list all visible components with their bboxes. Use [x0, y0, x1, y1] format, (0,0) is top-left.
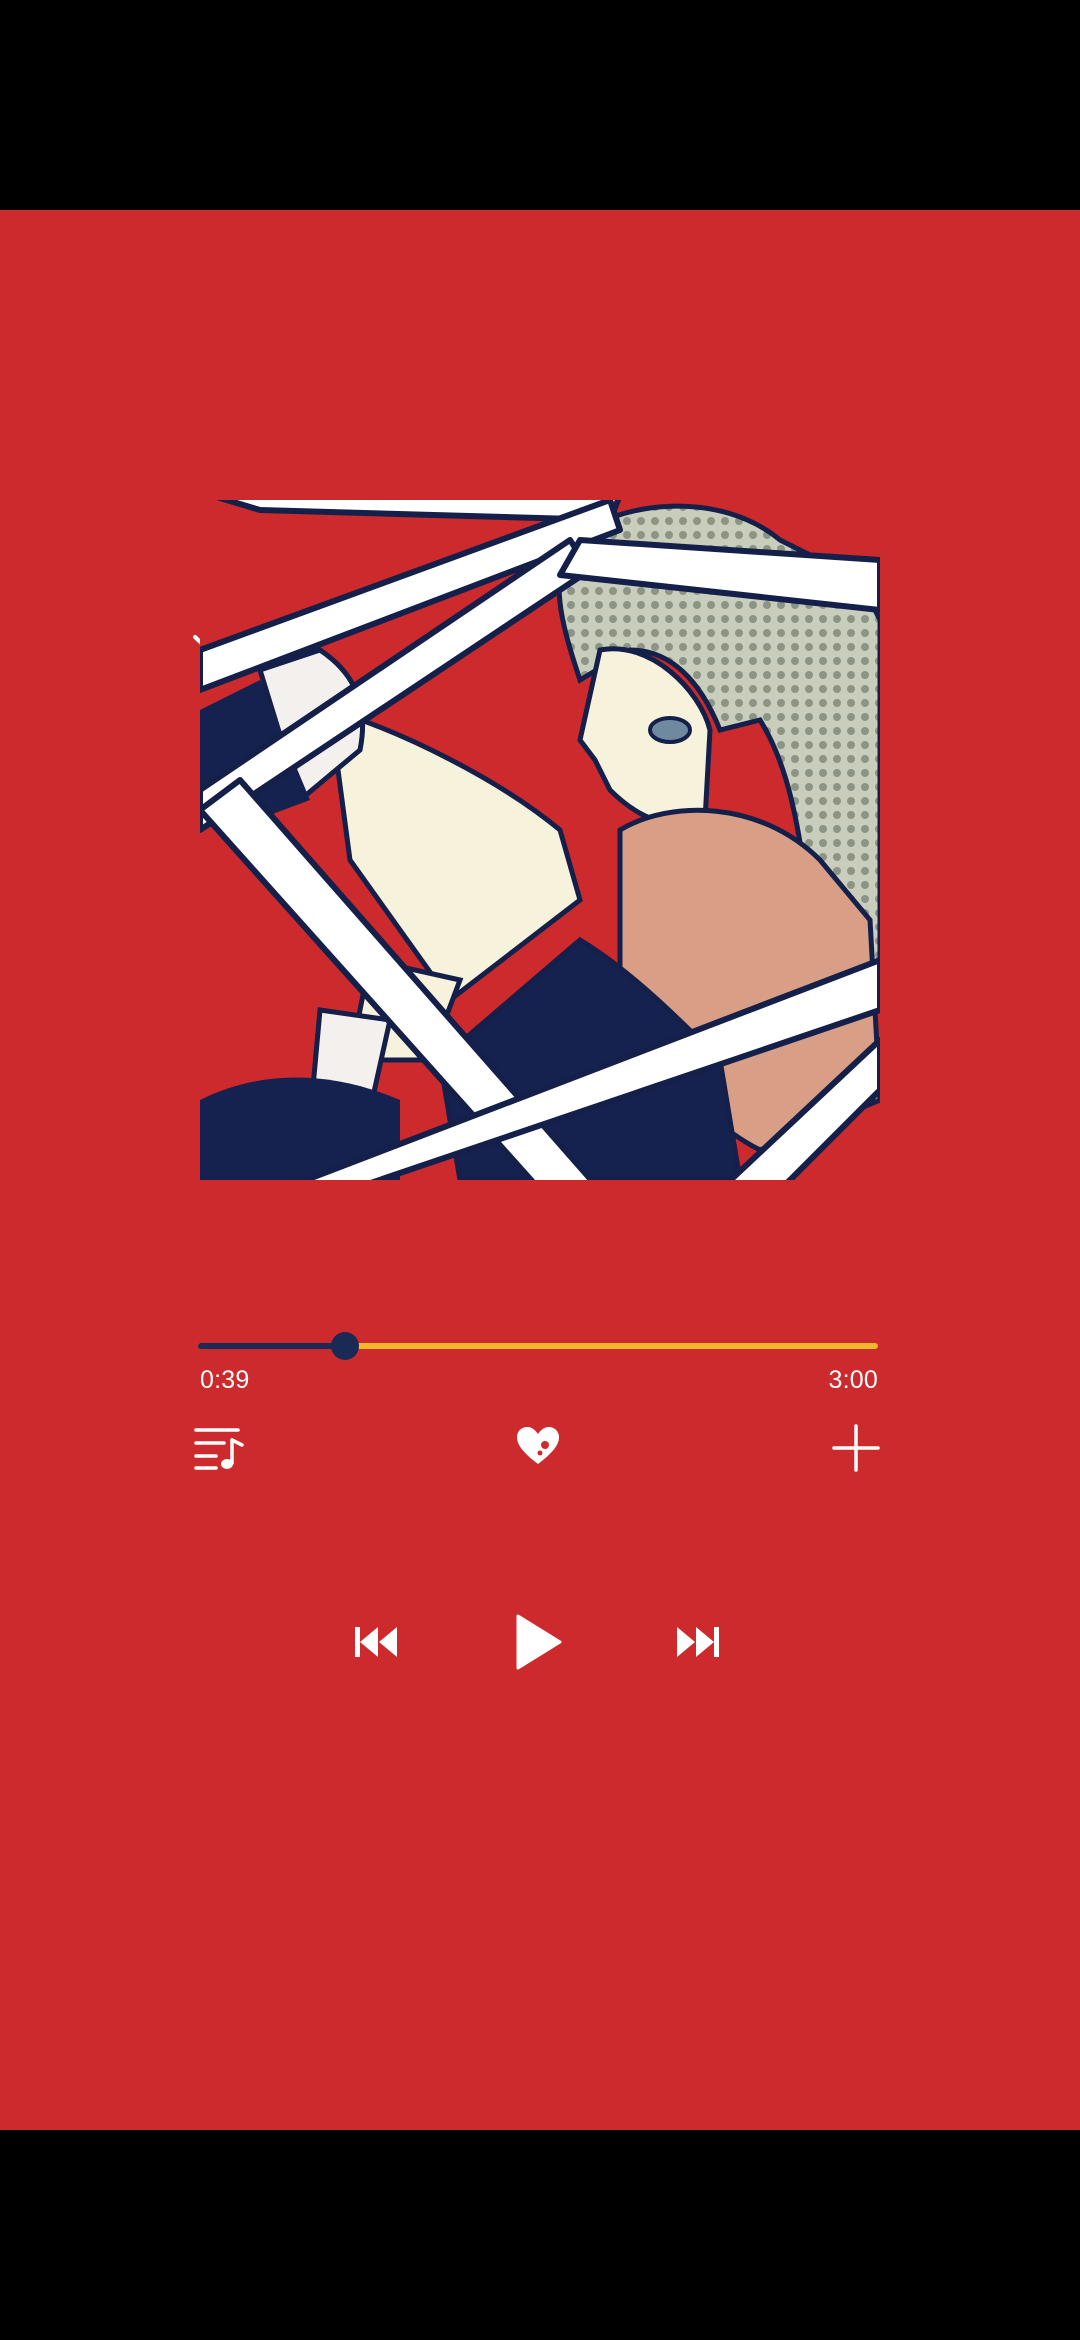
system-navigation-area	[0, 2130, 1080, 2340]
total-time: 3:00	[828, 1366, 878, 1394]
favorite-button[interactable]	[508, 1418, 568, 1474]
queue-button[interactable]	[190, 1418, 250, 1478]
add-to-playlist-button[interactable]	[826, 1418, 886, 1478]
system-status-area	[0, 0, 1080, 210]
elapsed-time: 0:39	[200, 1366, 250, 1394]
heart-icon	[517, 1427, 559, 1464]
play-icon	[516, 1614, 562, 1670]
seek-bar-played	[198, 1343, 346, 1349]
skip-previous-icon	[355, 1627, 397, 1657]
seek-bar[interactable]	[198, 1330, 878, 1360]
album-artwork	[200, 500, 880, 1180]
seek-bar-thumb[interactable]	[331, 1332, 360, 1360]
plus-icon	[832, 1424, 880, 1472]
queue-music-icon	[194, 1428, 244, 1470]
next-button[interactable]	[668, 1612, 728, 1672]
play-button[interactable]	[506, 1610, 570, 1674]
previous-button[interactable]	[346, 1612, 406, 1672]
skip-next-icon	[677, 1627, 719, 1657]
